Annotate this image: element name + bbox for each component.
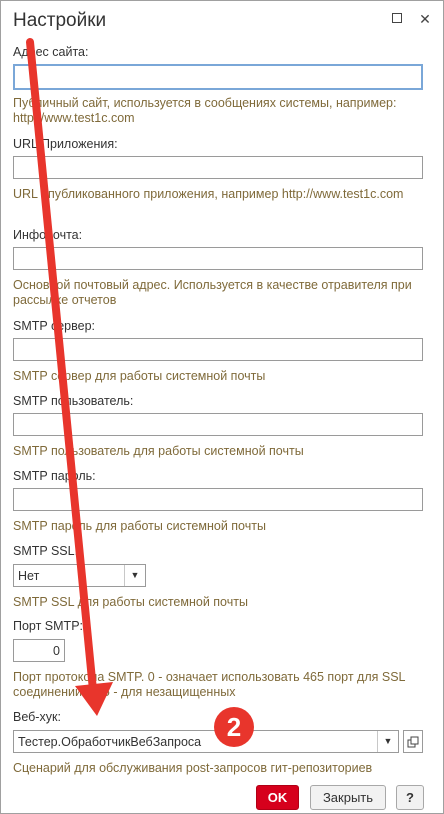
smtp-ssl-hint: SMTP SSL для работы системной почты <box>13 595 248 609</box>
step-badge: 2 <box>214 707 254 747</box>
mail-input[interactable] <box>13 247 423 270</box>
smtp-port-input[interactable]: 0 <box>13 639 65 662</box>
webhook-hint: Сценарий для обслуживания post-запросов … <box>13 761 373 775</box>
webhook-select[interactable]: Тестер.ОбработчикВебЗапроса ▼ <box>13 730 399 753</box>
mail-hint: Основной почтовый адрес. Используется в … <box>13 278 412 307</box>
settings-window: Настройки ✕ Адрес сайта: Публичный сайт,… <box>0 0 444 814</box>
close-button[interactable]: Закрыть <box>310 785 386 810</box>
webhook-label: Веб-хук: <box>13 710 61 724</box>
smtp-user-label: SMTP пользователь: <box>13 394 134 408</box>
site-label: Адрес сайта: <box>13 45 89 59</box>
maximize-icon[interactable] <box>389 11 405 27</box>
smtp-ssl-label: SMTP SSL: <box>13 544 79 558</box>
site-hint: Публичный сайт, используется в сообщения… <box>13 96 397 125</box>
site-input[interactable] <box>13 64 423 90</box>
smtp-server-input[interactable] <box>13 338 423 361</box>
open-window-icon <box>407 736 419 748</box>
smtp-pass-label: SMTP пароль: <box>13 469 96 483</box>
smtp-server-hint: SMTP сервер для работы системной почты <box>13 369 266 383</box>
chevron-down-icon[interactable]: ▼ <box>124 565 145 586</box>
smtp-port-hint: Порт протокола SMTP. 0 - означает исполь… <box>13 670 406 699</box>
smtp-pass-input[interactable] <box>13 488 423 511</box>
smtp-user-hint: SMTP пользователь для работы системной п… <box>13 444 304 458</box>
open-link-button[interactable] <box>403 730 423 753</box>
smtp-ssl-value: Нет <box>18 569 40 583</box>
webhook-value: Тестер.ОбработчикВебЗапроса <box>18 735 202 749</box>
app-url-input[interactable] <box>13 156 423 179</box>
smtp-ssl-select[interactable]: Нет ▼ <box>13 564 146 587</box>
close-icon[interactable]: ✕ <box>417 11 433 27</box>
smtp-port-label: Порт SMTP: <box>13 619 84 633</box>
window-title: Настройки <box>13 10 107 31</box>
app-url-label: URL Приложения: <box>13 137 118 151</box>
ok-button[interactable]: OK <box>256 785 299 810</box>
smtp-user-input[interactable] <box>13 413 423 436</box>
chevron-down-icon[interactable]: ▼ <box>377 731 398 752</box>
mail-label: Инфопочта: <box>13 228 83 242</box>
app-url-hint: URL опубликованного приложения, например… <box>13 187 404 201</box>
smtp-server-label: SMTP сервер: <box>13 319 96 333</box>
help-button[interactable]: ? <box>396 785 424 810</box>
smtp-pass-hint: SMTP пароль для работы системной почты <box>13 519 266 533</box>
